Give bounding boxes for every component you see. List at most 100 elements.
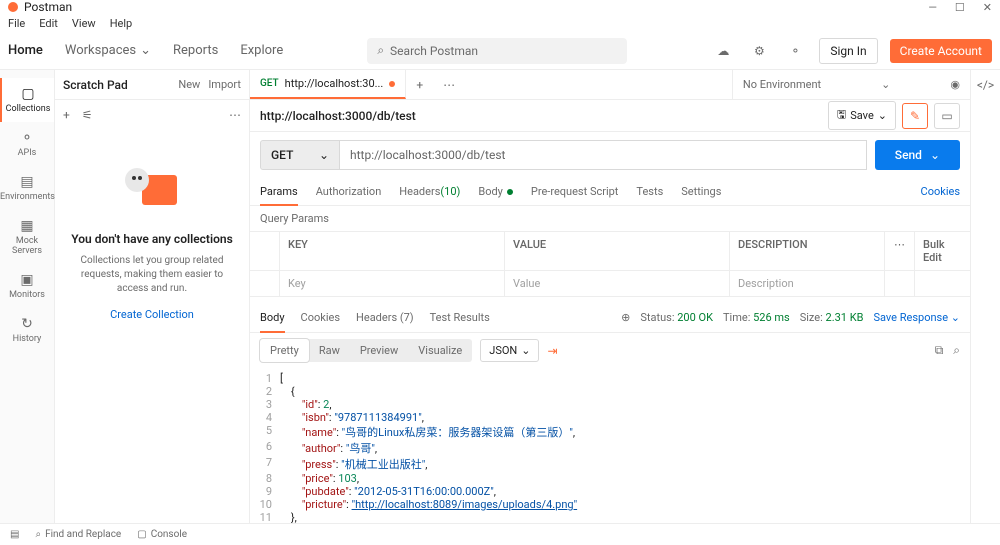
status-label: Status: 200 OK	[640, 311, 713, 324]
nav-explore[interactable]: Explore	[240, 43, 283, 58]
monitors-icon: ▣	[0, 272, 54, 288]
sync-icon[interactable]: ☁	[711, 39, 735, 63]
save-button[interactable]: 🖫Save ⌄	[828, 101, 896, 130]
view-raw[interactable]: Raw	[309, 339, 350, 362]
response-body[interactable]: 1[2 {3 "id": 2,4 "isbn": "9787111384991"…	[250, 368, 970, 523]
more-icon[interactable]: ⋯	[229, 108, 241, 122]
view-pretty[interactable]: Pretty	[260, 339, 309, 362]
resp-tab-body[interactable]: Body	[260, 304, 285, 333]
code-icon[interactable]: </>	[977, 78, 994, 92]
resp-tab-cookies[interactable]: Cookies	[301, 311, 340, 324]
params-table: KEY VALUE DESCRIPTION ⋯ Bulk Edit Key Va…	[250, 231, 970, 297]
method-select[interactable]: GET⌄	[260, 140, 340, 170]
minimize-icon[interactable]: —	[928, 1, 937, 14]
nav-workspaces[interactable]: Workspaces ⌄	[65, 43, 151, 58]
tab-settings[interactable]: Settings	[681, 178, 721, 205]
tab-method: GET	[260, 78, 279, 89]
add-tab-icon[interactable]: +	[406, 78, 433, 92]
signin-button[interactable]: Sign In	[819, 38, 877, 64]
search-input[interactable]: ⌕ Search Postman	[367, 38, 627, 64]
network-icon[interactable]: ⊕	[621, 311, 630, 324]
cookies-link[interactable]: Cookies	[921, 185, 960, 198]
unsaved-dot-icon	[389, 81, 395, 87]
col-value: VALUE	[505, 232, 730, 270]
chevron-down-icon: ⌄	[881, 78, 890, 91]
maximize-icon[interactable]: ☐	[955, 1, 965, 14]
size-label: Size: 2.31 KB	[800, 311, 864, 324]
tab-url: http://localhost:30...	[285, 77, 384, 90]
sidebar-toggle-icon[interactable]: ▤	[10, 529, 19, 540]
create-account-button[interactable]: Create Account	[890, 39, 992, 63]
tab-body[interactable]: Body	[478, 178, 513, 205]
sidebar-item-monitors[interactable]: ▣Monitors	[0, 264, 54, 308]
tab-params[interactable]: Params	[260, 179, 298, 206]
chevron-down-icon: ⌄	[878, 109, 887, 122]
add-icon[interactable]: +	[63, 108, 70, 122]
import-button[interactable]: Import	[208, 78, 241, 91]
resp-tab-headers[interactable]: Headers (7)	[356, 311, 414, 324]
resp-tab-tests[interactable]: Test Results	[430, 311, 490, 324]
tab-tests[interactable]: Tests	[636, 178, 663, 205]
query-params-label: Query Params	[250, 206, 970, 231]
environments-icon: ▤	[0, 174, 54, 190]
sidebar-item-apis[interactable]: ⚬APIs	[0, 122, 54, 166]
mock-servers-icon: ▦	[0, 218, 54, 234]
sidebar-item-history[interactable]: ↻History	[0, 308, 54, 352]
menu-help[interactable]: Help	[110, 17, 133, 30]
url-input[interactable]	[340, 140, 867, 170]
col-key: KEY	[280, 232, 505, 270]
save-icon: 🖫	[837, 106, 846, 125]
sidebar-item-collections[interactable]: ▢Collections	[0, 78, 54, 122]
empty-title: You don't have any collections	[71, 232, 233, 246]
environment-select[interactable]: No Environment	[743, 78, 821, 91]
key-input[interactable]: Key	[280, 271, 505, 296]
filter-icon[interactable]: ⚟	[82, 108, 93, 122]
edit-icon[interactable]: ✎	[902, 103, 928, 129]
request-url-display: http://localhost:3000/db/test	[260, 109, 416, 123]
new-button[interactable]: New	[178, 78, 200, 91]
view-visualize[interactable]: Visualize	[408, 339, 472, 362]
tab-options-icon[interactable]: ⋯	[433, 78, 465, 92]
tab-prerequest[interactable]: Pre-request Script	[531, 178, 619, 205]
close-icon[interactable]: ✕	[983, 1, 992, 14]
value-input[interactable]: Value	[505, 271, 730, 296]
time-label: Time: 526 ms	[723, 311, 790, 324]
find-replace-button[interactable]: ⌕ Find and Replace	[35, 529, 121, 540]
tab-headers[interactable]: Headers (10)	[399, 178, 460, 205]
search-response-icon[interactable]: ⌕	[953, 343, 960, 358]
create-collection-link[interactable]: Create Collection	[110, 308, 194, 321]
format-select[interactable]: JSON ⌄	[480, 339, 539, 362]
save-response-link[interactable]: Save Response ⌄	[873, 311, 960, 324]
wrap-icon[interactable]: ⇥	[547, 344, 557, 358]
eye-icon[interactable]: ◉	[950, 78, 960, 91]
nav-reports[interactable]: Reports	[173, 43, 218, 58]
description-input[interactable]: Description	[730, 271, 885, 296]
menu-edit[interactable]: Edit	[39, 17, 58, 30]
tab-authorization[interactable]: Authorization	[316, 178, 382, 205]
empty-illustration	[112, 150, 192, 220]
sidebar-item-environments[interactable]: ▤Environments	[0, 166, 54, 210]
more-icon[interactable]: ⋯	[885, 232, 915, 270]
capture-icon[interactable]: ⚙	[747, 39, 771, 63]
bulk-edit-link[interactable]: Bulk Edit	[915, 232, 970, 270]
menu-view[interactable]: View	[72, 17, 96, 30]
console-button[interactable]: ▢ Console	[137, 529, 187, 540]
settings-icon[interactable]: ⚬	[783, 39, 807, 63]
chevron-down-icon: ⌄	[521, 344, 530, 357]
comment-icon[interactable]: ▭	[934, 103, 960, 129]
search-icon: ⌕	[377, 43, 384, 58]
col-description: DESCRIPTION	[730, 232, 885, 270]
copy-icon[interactable]: ⧉	[935, 343, 944, 358]
body-dot-icon	[507, 189, 513, 195]
send-button[interactable]: Send⌄	[875, 140, 960, 170]
nav-home[interactable]: Home	[8, 43, 43, 58]
chevron-down-icon: ⌄	[319, 148, 329, 162]
request-tab[interactable]: GET http://localhost:30...	[250, 70, 406, 99]
menu-file[interactable]: File	[8, 17, 25, 30]
menubar: File Edit View Help	[0, 14, 1000, 32]
sidebar-item-mock-servers[interactable]: ▦Mock Servers	[0, 210, 54, 264]
apis-icon: ⚬	[0, 130, 54, 146]
panel-title: Scratch Pad	[63, 78, 128, 92]
view-preview[interactable]: Preview	[350, 339, 408, 362]
history-icon: ↻	[0, 316, 54, 332]
